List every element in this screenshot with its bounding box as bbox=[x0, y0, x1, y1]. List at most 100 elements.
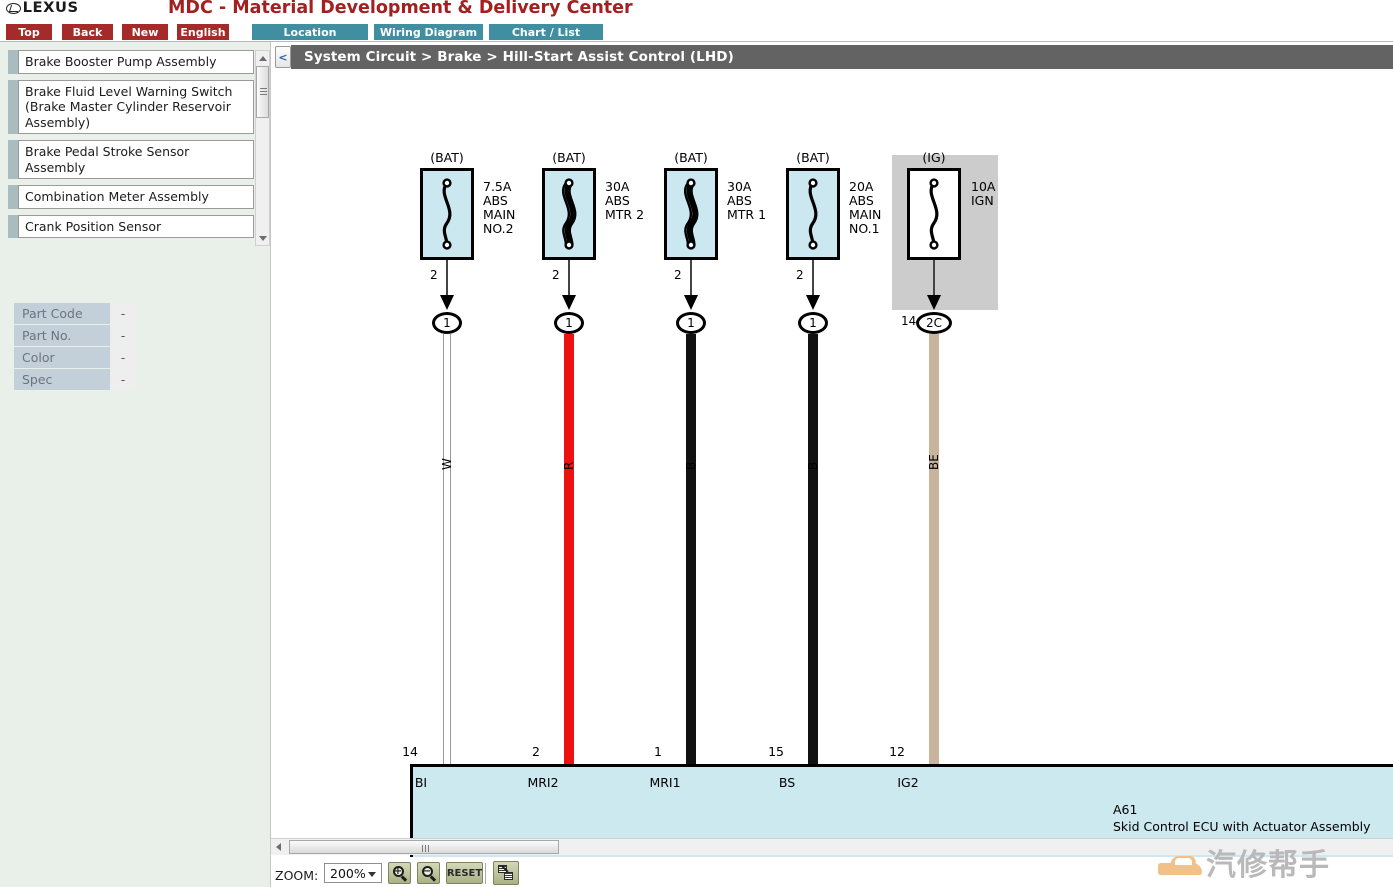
power-source-label: (BAT) bbox=[796, 150, 830, 165]
part-name-label[interactable]: Brake Booster Pump Assembly bbox=[18, 50, 254, 74]
fuse-element-icon bbox=[442, 178, 452, 250]
wire-color-code: R bbox=[562, 461, 576, 470]
list-item[interactable]: Crank Position Sensor bbox=[8, 214, 254, 238]
fuse-box[interactable] bbox=[542, 168, 596, 260]
horizontal-scrollbar-thumb[interactable] bbox=[289, 840, 559, 854]
connector-node[interactable]: 1 bbox=[676, 312, 706, 334]
wire-r bbox=[564, 334, 574, 764]
canvas-horizontal-scrollbar[interactable] bbox=[271, 838, 1393, 855]
ecu-terminal-name: BS bbox=[778, 775, 796, 790]
ecu-terminal-name: IG2 bbox=[897, 775, 919, 790]
fit-to-grid-icon bbox=[498, 865, 515, 882]
wire-be bbox=[929, 334, 939, 764]
power-source-label: (BAT) bbox=[552, 150, 586, 165]
fuse-rating-line: 30A bbox=[605, 179, 630, 194]
fuse-element-icon bbox=[683, 178, 699, 250]
wiring-diagram-canvas[interactable]: A61 Skid Control ECU with Actuator Assemb… bbox=[279, 70, 1393, 880]
main-pane: < System Circuit > Brake > Hill-Start As… bbox=[271, 42, 1393, 887]
connector-node[interactable]: 2C bbox=[916, 312, 952, 334]
fuse-pin-number: 14 bbox=[901, 314, 917, 328]
arrow-down-icon bbox=[684, 295, 698, 310]
nav-button-wiring-diagram[interactable]: Wiring Diagram bbox=[374, 24, 483, 40]
fuse-pin-number: 2 bbox=[430, 268, 438, 282]
nav-button-location[interactable]: Location bbox=[252, 24, 368, 40]
list-item[interactable]: Brake Fluid Level Warning Switch (Brake … bbox=[8, 79, 254, 134]
nav-button-top[interactable]: Top bbox=[6, 24, 52, 40]
parts-list-scrollbar[interactable] bbox=[255, 50, 270, 246]
fuse-box[interactable] bbox=[664, 168, 718, 260]
list-item-marker bbox=[8, 50, 18, 74]
arrow-down-icon bbox=[562, 295, 576, 310]
reset-zoom-button[interactable]: RESET bbox=[446, 862, 483, 884]
lexus-emblem-icon bbox=[6, 2, 21, 14]
ecu-pin-number: 12 bbox=[889, 744, 905, 759]
fuse-rating-line: ABS bbox=[727, 193, 752, 208]
fuse-rating-line: 10A bbox=[971, 179, 996, 194]
wire-color-code: B bbox=[806, 461, 820, 470]
scrollbar-thumb[interactable] bbox=[256, 66, 269, 118]
fit-to-grid-button[interactable] bbox=[493, 861, 519, 885]
part-name-label[interactable]: Brake Fluid Level Warning Switch (Brake … bbox=[18, 79, 254, 134]
fuse-box[interactable] bbox=[786, 168, 840, 260]
power-source-label: (BAT) bbox=[430, 150, 464, 165]
part-info-label: Spec bbox=[14, 369, 110, 391]
wire-w bbox=[443, 334, 451, 764]
part-name-label[interactable]: Brake Pedal Stroke Sensor Assembly bbox=[18, 140, 254, 179]
arrow-down-icon bbox=[927, 295, 941, 310]
collapse-sidebar-button[interactable]: < bbox=[275, 46, 291, 68]
fuse-rating-line: MTR 1 bbox=[727, 207, 767, 222]
part-info-label: Part Code bbox=[14, 303, 110, 325]
part-info-table: Part Code - Part No. - Color - Spec - bbox=[14, 303, 136, 391]
fuse-pin-number: 2 bbox=[796, 268, 804, 282]
connector-node[interactable]: 1 bbox=[798, 312, 828, 334]
zoom-level-select[interactable]: 200% bbox=[324, 863, 382, 883]
list-item[interactable]: Brake Pedal Stroke Sensor Assembly bbox=[8, 140, 254, 179]
fuse-rating-label: 7.5A ABS MAIN NO.2 bbox=[483, 180, 515, 236]
lexus-logo: LEXUS bbox=[6, 0, 126, 16]
triangle-up-icon bbox=[258, 55, 267, 61]
nav-button-english[interactable]: English bbox=[177, 24, 229, 40]
part-name-label[interactable]: Combination Meter Assembly bbox=[18, 185, 254, 209]
toolbar-divider bbox=[485, 863, 486, 884]
ecu-code: A61 bbox=[1113, 802, 1138, 817]
zoom-out-button[interactable]: − bbox=[417, 862, 440, 884]
scroll-left-button[interactable] bbox=[272, 840, 285, 854]
parts-list[interactable]: Brake Booster Pump Assembly Brake Fluid L… bbox=[8, 50, 254, 246]
scroll-down-button[interactable] bbox=[256, 231, 269, 245]
part-name-label[interactable]: Crank Position Sensor bbox=[18, 214, 254, 238]
fuse-rating-label: 20A ABS MAIN NO.1 bbox=[849, 180, 881, 236]
connector-node[interactable]: 1 bbox=[432, 312, 462, 334]
chevron-down-icon bbox=[368, 872, 376, 877]
connector-node[interactable]: 1 bbox=[554, 312, 584, 334]
fuse-pin-number: 2 bbox=[674, 268, 682, 282]
breadcrumb: System Circuit > Brake > Hill-Start Assi… bbox=[291, 45, 1393, 69]
nav-button-back[interactable]: Back bbox=[62, 24, 113, 40]
power-source-label: (BAT) bbox=[674, 150, 708, 165]
fuse-element-icon bbox=[561, 178, 577, 250]
part-info-value: - bbox=[110, 347, 136, 369]
nav-button-new[interactable]: New bbox=[122, 24, 168, 40]
part-info-row: Part No. - bbox=[14, 325, 136, 347]
list-item[interactable]: Brake Booster Pump Assembly bbox=[8, 50, 254, 74]
list-item-marker bbox=[8, 214, 18, 238]
ecu-terminal-name: MRI2 bbox=[527, 775, 559, 790]
part-info-row: Color - bbox=[14, 347, 136, 369]
page-title: MDC - Material Development & Delivery Ce… bbox=[168, 0, 633, 18]
fuse-rating-line: ABS bbox=[605, 193, 630, 208]
scroll-up-button[interactable] bbox=[256, 51, 269, 65]
part-info-value: - bbox=[110, 325, 136, 347]
fuse-rating-line: 20A bbox=[849, 179, 874, 194]
part-info-row: Part Code - bbox=[14, 303, 136, 325]
fuse-element-icon bbox=[929, 178, 939, 250]
list-item[interactable]: Combination Meter Assembly bbox=[8, 185, 254, 209]
fuse-box[interactable] bbox=[907, 168, 961, 260]
lexus-wordmark: LEXUS bbox=[22, 0, 79, 16]
zoom-label: ZOOM: bbox=[275, 868, 319, 883]
fuse-rating-line: IGN bbox=[971, 193, 994, 208]
nav-button-chart-list[interactable]: Chart / List bbox=[489, 24, 603, 40]
triangle-left-icon bbox=[276, 843, 281, 851]
zoom-in-button[interactable]: + bbox=[388, 862, 411, 884]
fuse-rating-label: 10A IGN bbox=[971, 180, 995, 208]
arrow-down-icon bbox=[806, 295, 820, 310]
fuse-box[interactable] bbox=[420, 168, 474, 260]
